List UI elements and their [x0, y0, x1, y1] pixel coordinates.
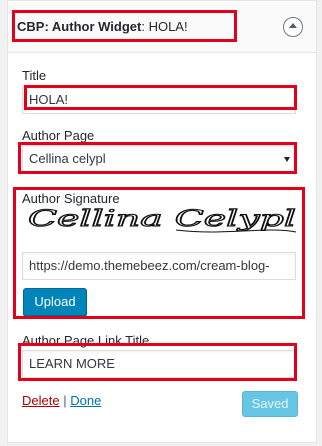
title-input[interactable]: HOLA! — [22, 86, 296, 114]
widget-title-colon: : — [141, 19, 149, 34]
signature-text: Cellina Celypl — [28, 207, 296, 232]
widget-header[interactable]: CBP: Author Widget: HOLA! — [8, 1, 316, 53]
chevron-up-icon[interactable] — [283, 17, 303, 37]
author-page-selected-value: Cellina celypl — [29, 151, 106, 166]
title-label: Title — [22, 68, 47, 83]
delete-link[interactable]: Delete — [22, 393, 60, 408]
widget-title-prefix: CBP: Author Widget — [17, 19, 142, 34]
signature-image: Cellina Celypl — [27, 206, 296, 232]
link-title-label: Author Page Link Title — [22, 333, 150, 348]
done-link[interactable]: Done — [70, 393, 101, 408]
upload-button[interactable]: Upload — [23, 288, 87, 316]
widget-control-links: Delete | Done — [22, 393, 101, 408]
link-title-input[interactable]: LEARN MORE — [22, 350, 296, 378]
chevron-down-icon — [284, 157, 290, 162]
widget-title-instance: HOLA! — [148, 19, 188, 34]
widget-title: CBP: Author Widget: HOLA! — [17, 19, 188, 34]
saved-button[interactable]: Saved — [242, 391, 298, 417]
signature-url-input[interactable]: https://demo.themebeez.com/cream-blog- — [22, 252, 296, 280]
author-page-label: Author Page — [22, 128, 95, 143]
link-separator: | — [63, 393, 67, 408]
author-page-select[interactable]: Cellina celypl — [22, 145, 296, 173]
